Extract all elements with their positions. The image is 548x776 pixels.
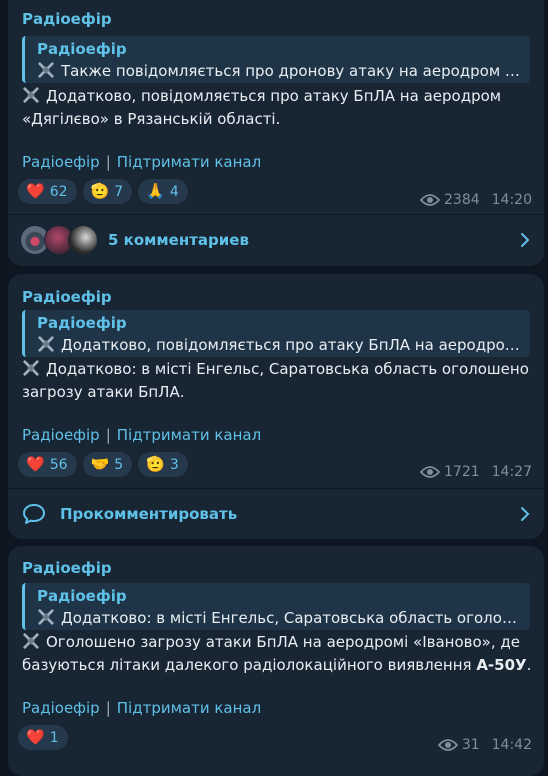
channel-post: Радіоефір Радіоефір Додатково: в місті Е…	[8, 546, 544, 776]
reactions-bar: ❤️ 62 🫡 7 🙏 4	[18, 179, 188, 204]
reactions-bar: ❤️ 56 🤝 5 🫡 3	[18, 452, 188, 477]
avatar	[68, 225, 98, 255]
commenter-avatars	[20, 225, 102, 255]
comments-button[interactable]: 5 комментариев	[8, 215, 544, 265]
drone-icon	[23, 360, 39, 376]
support-channel-link[interactable]: Підтримати канал	[117, 699, 261, 717]
eye-icon	[420, 194, 440, 206]
quote-author: Радіоефір	[37, 314, 127, 332]
reaction-count: 4	[169, 183, 179, 200]
quote-text: Также повідомляється про дронову атаку н…	[37, 61, 525, 81]
drone-icon	[38, 62, 54, 78]
reaction-heart[interactable]: ❤️ 1	[18, 725, 68, 750]
reaction-salute[interactable]: 🫡 7	[82, 179, 133, 204]
quote-text-content: Также повідомляється про дронову атаку н…	[61, 62, 525, 80]
reaction-count: 3	[169, 456, 179, 473]
channel-post: Радіоефір Радіоефір Также повідомляється…	[8, 0, 544, 266]
reaction-count: 7	[114, 183, 124, 200]
reactions-bar: ❤️ 1	[18, 725, 68, 750]
support-channel-link[interactable]: Підтримати канал	[117, 153, 261, 171]
post-text: Додатково, повідомляється про атаку БпЛА…	[22, 85, 532, 131]
reaction-salute[interactable]: 🫡 3	[138, 452, 188, 477]
reaction-count: 1	[49, 729, 59, 746]
quote-author: Радіоефір	[37, 40, 127, 58]
reply-quote[interactable]: Радіоефір Также повідомляється про дроно…	[22, 36, 530, 83]
post-text-line: загрозу атаки БпЛА.	[22, 383, 185, 401]
salute-icon: 🫡	[90, 182, 110, 200]
post-text-line: Оголошено загрозу атаки БпЛА на аеродром…	[46, 633, 520, 651]
eye-icon	[420, 466, 440, 478]
drone-icon	[23, 87, 39, 103]
salute-icon: 🫡	[146, 455, 165, 473]
eye-icon	[437, 739, 458, 751]
comment-bubble-icon	[23, 504, 45, 524]
post-meta: 1721 14:27	[420, 464, 532, 480]
post-time: 14:27	[491, 464, 532, 480]
quote-author: Радіоефір	[37, 587, 127, 605]
channel-link[interactable]: Радіоефір	[22, 153, 100, 171]
view-count: 1721	[444, 464, 480, 480]
post-text-line: базуються літаки далекого радіолокаційно…	[22, 654, 532, 677]
post-text: Додатково: в місті Енгельс, Саратовська …	[22, 358, 532, 404]
reaction-heart[interactable]: ❤️ 56	[18, 452, 77, 477]
post-author[interactable]: Радіоефір	[22, 559, 112, 577]
post-links: Радіоефір | Підтримати канал	[22, 699, 261, 717]
channel-link[interactable]: Радіоефір	[22, 699, 100, 717]
post-author[interactable]: Радіоефір	[22, 10, 112, 28]
reaction-count: 56	[49, 456, 68, 473]
link-separator: |	[105, 153, 111, 171]
reaction-heart[interactable]: ❤️ 62	[18, 179, 77, 204]
heart-icon: ❤️	[26, 728, 45, 746]
post-text: Оголошено загрозу атаки БпЛА на аеродром…	[22, 631, 532, 677]
channel-link[interactable]: Радіоефір	[22, 426, 100, 444]
chevron-right-icon	[521, 233, 530, 247]
post-time: 14:20	[491, 192, 532, 208]
post-meta: 31 14:42	[437, 737, 532, 753]
quote-text: Додатково: в місті Енгельс, Саратовська …	[37, 608, 525, 628]
post-links: Радіоефір | Підтримати канал	[22, 426, 261, 444]
post-text-line: Додатково, повідомляється про атаку БпЛА…	[46, 87, 502, 105]
view-count: 31	[461, 737, 480, 753]
link-separator: |	[105, 426, 111, 444]
reaction-count: 62	[49, 183, 68, 200]
reaction-handshake[interactable]: 🤝 5	[82, 452, 133, 477]
chevron-right-icon	[521, 507, 530, 521]
reaction-pray[interactable]: 🙏 4	[138, 179, 188, 204]
handshake-icon: 🤝	[90, 455, 110, 473]
post-text-line: Додатково: в місті Енгельс, Саратовська …	[46, 360, 529, 378]
post-text-fragment: .	[526, 656, 532, 674]
reply-quote[interactable]: Радіоефір Додатково: в місті Енгельс, Са…	[22, 583, 530, 630]
heart-icon: ❤️	[26, 455, 45, 473]
post-time: 14:42	[491, 737, 532, 753]
support-channel-link[interactable]: Підтримати канал	[117, 426, 261, 444]
drone-icon	[38, 609, 54, 625]
reply-quote[interactable]: Радіоефір Додатково, повідомляється про …	[22, 310, 530, 357]
post-text-fragment: базуються літаки далекого радіолокаційно…	[22, 656, 477, 674]
comments-count-label: 5 комментариев	[108, 231, 249, 249]
quote-text: Додатково, повідомляється про атаку БпЛА…	[37, 335, 525, 355]
quote-text-content: Додатково, повідомляється про атаку БпЛА…	[61, 336, 525, 354]
pray-icon: 🙏	[146, 182, 165, 200]
link-separator: |	[105, 699, 111, 717]
view-count: 2384	[444, 192, 480, 208]
quote-text-content: Додатково: в місті Енгельс, Саратовська …	[61, 609, 525, 627]
reaction-count: 5	[114, 456, 124, 473]
post-text-line: «Дягілєво» в Рязанській області.	[22, 110, 281, 128]
comment-button[interactable]: Прокомментировать	[8, 489, 544, 539]
drone-icon	[38, 336, 54, 352]
heart-icon: ❤️	[26, 182, 45, 200]
channel-post: Радіоефір Радіоефір Додатково, повідомля…	[8, 274, 544, 539]
post-links: Радіоефір | Підтримати канал	[22, 153, 261, 171]
post-meta: 2384 14:20	[420, 192, 532, 208]
post-text-bold: А-50У	[476, 656, 527, 674]
drone-icon	[23, 633, 39, 649]
comment-action-label: Прокомментировать	[60, 505, 238, 523]
post-author[interactable]: Радіоефір	[22, 288, 112, 306]
